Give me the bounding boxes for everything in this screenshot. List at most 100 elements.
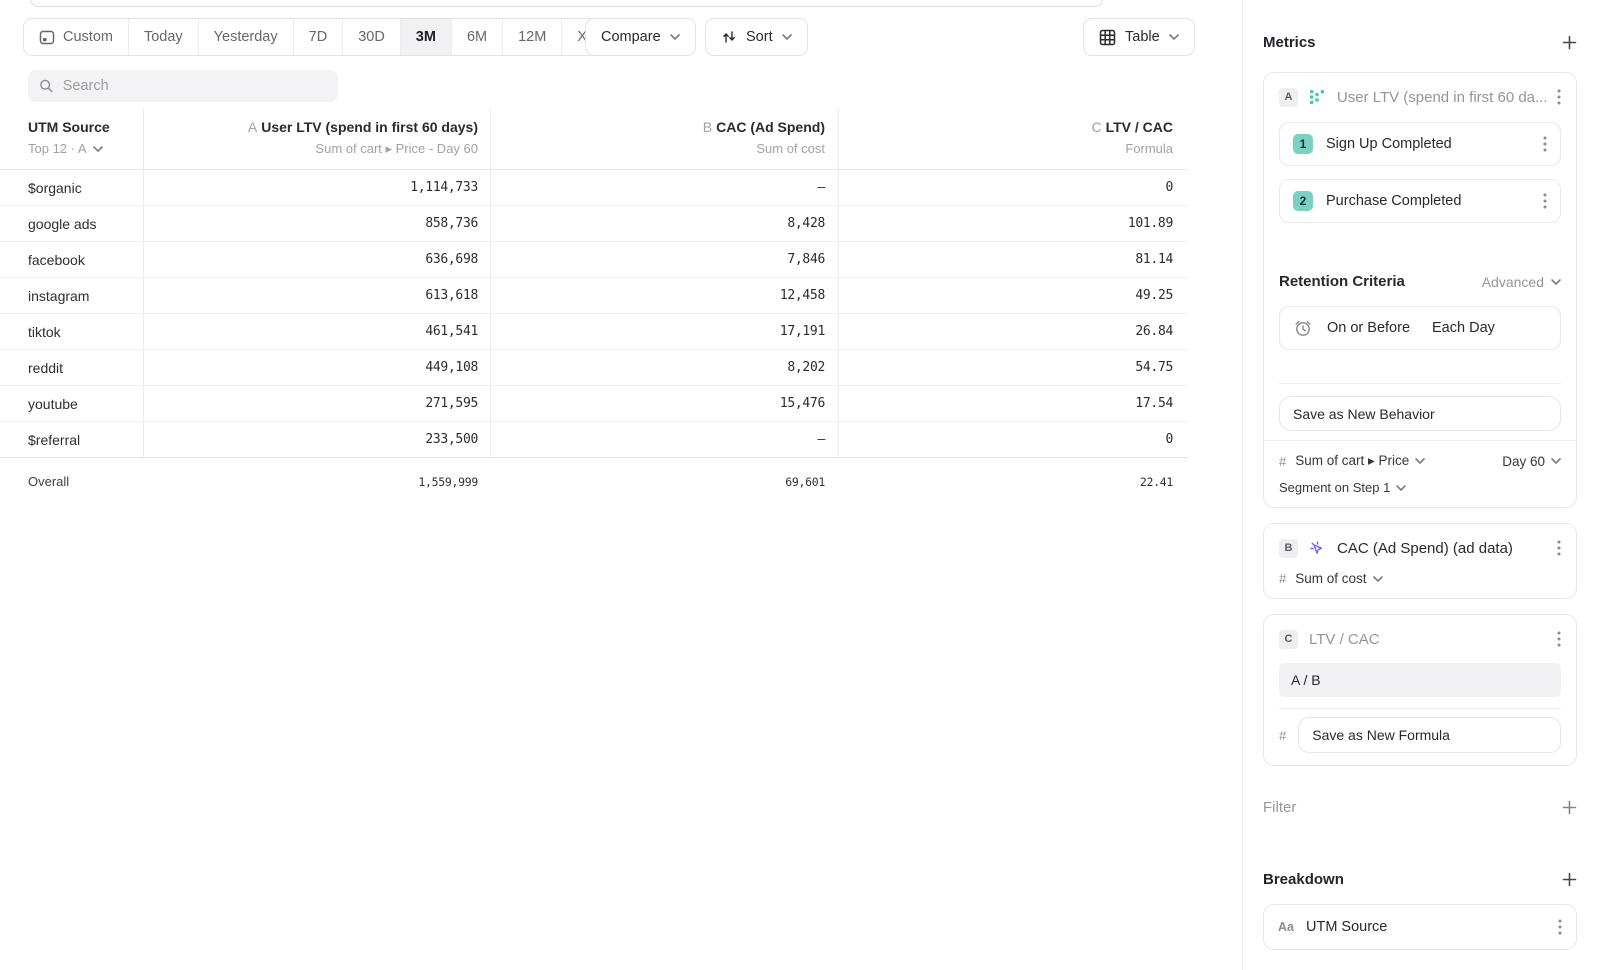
column-header-cac[interactable]: BCAC (Ad Spend) Sum of cost	[490, 108, 838, 170]
metric-letter-badge: C	[1279, 630, 1298, 649]
save-as-new-formula-button[interactable]: Save as New Formula	[1298, 717, 1561, 753]
range-yesterday[interactable]: Yesterday	[198, 19, 293, 55]
metric-c-card: C LTV / CAC A / B # Save as New Formula	[1263, 614, 1577, 766]
date-range-control: Custom Today Yesterday 7D 30D 3M 6M 12M …	[23, 18, 640, 56]
table-row[interactable]: google ads 858,736 8,428 101.89	[0, 206, 1188, 242]
ltv-cell: 449,108	[143, 350, 490, 385]
ratio-cell: 26.84	[838, 314, 1188, 349]
ltv-cell: 613,618	[143, 278, 490, 313]
calendar-icon	[39, 29, 55, 45]
behavior-metric-icon	[1309, 89, 1326, 106]
table-row[interactable]: instagram 613,618 12,458 49.25	[0, 278, 1188, 314]
formula-input[interactable]: A / B	[1279, 663, 1561, 697]
metric-c-header[interactable]: C LTV / CAC	[1279, 628, 1561, 650]
breakdown-title: Breakdown	[1263, 871, 1344, 888]
divider	[1279, 708, 1561, 709]
table-row[interactable]: $referral 233,500 – 0	[0, 422, 1188, 458]
column-header-utm-source[interactable]: UTM Source Top 12 · A	[0, 108, 143, 170]
aggregation-row: # Sum of cost	[1279, 571, 1561, 586]
retention-condition-card[interactable]: On or Before Each Day	[1279, 306, 1561, 350]
query-builder-sidebar: Metrics A User LTV (spend in first 60 da…	[1242, 0, 1600, 970]
cac-cell: 8,202	[490, 350, 838, 385]
aggregation-dropdown[interactable]: Sum of cart ▸ Price	[1295, 453, 1425, 469]
metric-a-header[interactable]: A User LTV (spend in first 60 da...	[1279, 86, 1561, 108]
number-type-icon: #	[1279, 728, 1286, 743]
funnel-step-2[interactable]: 2 Purchase Completed	[1279, 179, 1561, 223]
kebab-menu-icon[interactable]	[1543, 193, 1547, 209]
ratio-cell: 0	[838, 170, 1188, 205]
chevron-down-icon	[1551, 458, 1561, 464]
table-row[interactable]: youtube 271,595 15,476 17.54	[0, 386, 1188, 422]
ratio-cell: 0	[838, 422, 1188, 457]
range-3m-selected[interactable]: 3M	[400, 19, 451, 55]
sort-button[interactable]: Sort	[705, 18, 808, 56]
chart-card-bottom-edge	[30, 0, 1103, 7]
range-7d[interactable]: 7D	[293, 19, 343, 55]
table-row[interactable]: tiktok 461,541 17,191 26.84	[0, 314, 1188, 350]
metric-letter-badge: B	[1279, 539, 1298, 558]
compare-button[interactable]: Compare	[585, 18, 696, 56]
search-input[interactable]	[63, 78, 327, 94]
divider	[1264, 440, 1576, 441]
metrics-title: Metrics	[1263, 34, 1316, 51]
metric-b-header[interactable]: B CAC (Ad Spend) (ad data)	[1279, 537, 1561, 559]
retention-advanced-dropdown[interactable]: Advanced	[1482, 274, 1561, 290]
table-row[interactable]: $organic 1,114,733 – 0	[0, 170, 1188, 206]
segment-row: Segment on Step 1	[1279, 480, 1561, 495]
search-bar	[28, 70, 338, 102]
table-grid-icon	[1099, 29, 1116, 46]
add-filter-button[interactable]	[1562, 800, 1577, 815]
cac-cell: –	[490, 422, 838, 457]
range-12m[interactable]: 12M	[502, 19, 561, 55]
kebab-menu-icon[interactable]	[1557, 631, 1561, 647]
kebab-menu-icon[interactable]	[1557, 89, 1561, 105]
window-dropdown[interactable]: Day 60	[1502, 454, 1561, 469]
add-breakdown-button[interactable]	[1562, 872, 1577, 887]
aggregation-dropdown[interactable]: Sum of cost	[1295, 571, 1382, 586]
breakdown-item-utm-source[interactable]: Aa UTM Source	[1263, 904, 1577, 950]
utm-cell: facebook	[0, 242, 143, 277]
overall-ltv: 1,559,999	[143, 458, 490, 505]
range-6m[interactable]: 6M	[451, 19, 502, 55]
ratio-cell: 81.14	[838, 242, 1188, 277]
report-main-area: Custom Today Yesterday 7D 30D 3M 6M 12M …	[0, 0, 1242, 970]
metrics-section-header: Metrics	[1263, 34, 1577, 51]
utm-cell: tiktok	[0, 314, 143, 349]
table-header-row: UTM Source Top 12 · A AUser LTV (spend i…	[0, 108, 1188, 170]
ratio-cell: 101.89	[838, 206, 1188, 241]
kebab-menu-icon[interactable]	[1558, 919, 1562, 935]
ad-data-metric-icon	[1309, 540, 1326, 557]
top-n-dropdown[interactable]: Top 12 · A	[28, 138, 143, 159]
cac-cell: 12,458	[490, 278, 838, 313]
metric-b-title: CAC (Ad Spend) (ad data)	[1337, 540, 1546, 557]
metric-b-card: B CAC (Ad Spend) (ad data) # Sum of cost	[1263, 523, 1577, 599]
utm-cell: $referral	[0, 422, 143, 457]
range-custom[interactable]: Custom	[24, 19, 128, 55]
cac-cell: 17,191	[490, 314, 838, 349]
column-header-ltv-cac[interactable]: CLTV / CAC Formula	[838, 108, 1188, 170]
kebab-menu-icon[interactable]	[1543, 136, 1547, 152]
chevron-down-icon	[670, 34, 680, 40]
divider	[1279, 383, 1561, 384]
range-30d[interactable]: 30D	[342, 19, 400, 55]
utm-cell: $organic	[0, 170, 143, 205]
kebab-menu-icon[interactable]	[1557, 540, 1561, 556]
metric-c-title: LTV / CAC	[1309, 631, 1546, 648]
app-root: Custom Today Yesterday 7D 30D 3M 6M 12M …	[0, 0, 1600, 970]
view-type-button[interactable]: Table	[1083, 18, 1195, 56]
column-header-user-ltv[interactable]: AUser LTV (spend in first 60 days) Sum o…	[143, 108, 490, 170]
range-today[interactable]: Today	[128, 19, 198, 55]
utm-cell: youtube	[0, 386, 143, 421]
breakdown-table: UTM Source Top 12 · A AUser LTV (spend i…	[0, 108, 1188, 505]
table-row[interactable]: facebook 636,698 7,846 81.14	[0, 242, 1188, 278]
chevron-down-icon	[1551, 279, 1561, 285]
overall-cac: 69,601	[490, 458, 838, 505]
ltv-cell: 233,500	[143, 422, 490, 457]
segment-dropdown[interactable]: Segment on Step 1	[1279, 480, 1406, 495]
table-row[interactable]: reddit 449,108 8,202 54.75	[0, 350, 1188, 386]
string-property-icon: Aa	[1278, 920, 1294, 934]
funnel-step-1[interactable]: 1 Sign Up Completed	[1279, 122, 1561, 166]
chevron-down-icon	[93, 146, 103, 152]
save-as-new-behavior-button[interactable]: Save as New Behavior	[1279, 396, 1561, 431]
add-metric-button[interactable]	[1562, 35, 1577, 50]
